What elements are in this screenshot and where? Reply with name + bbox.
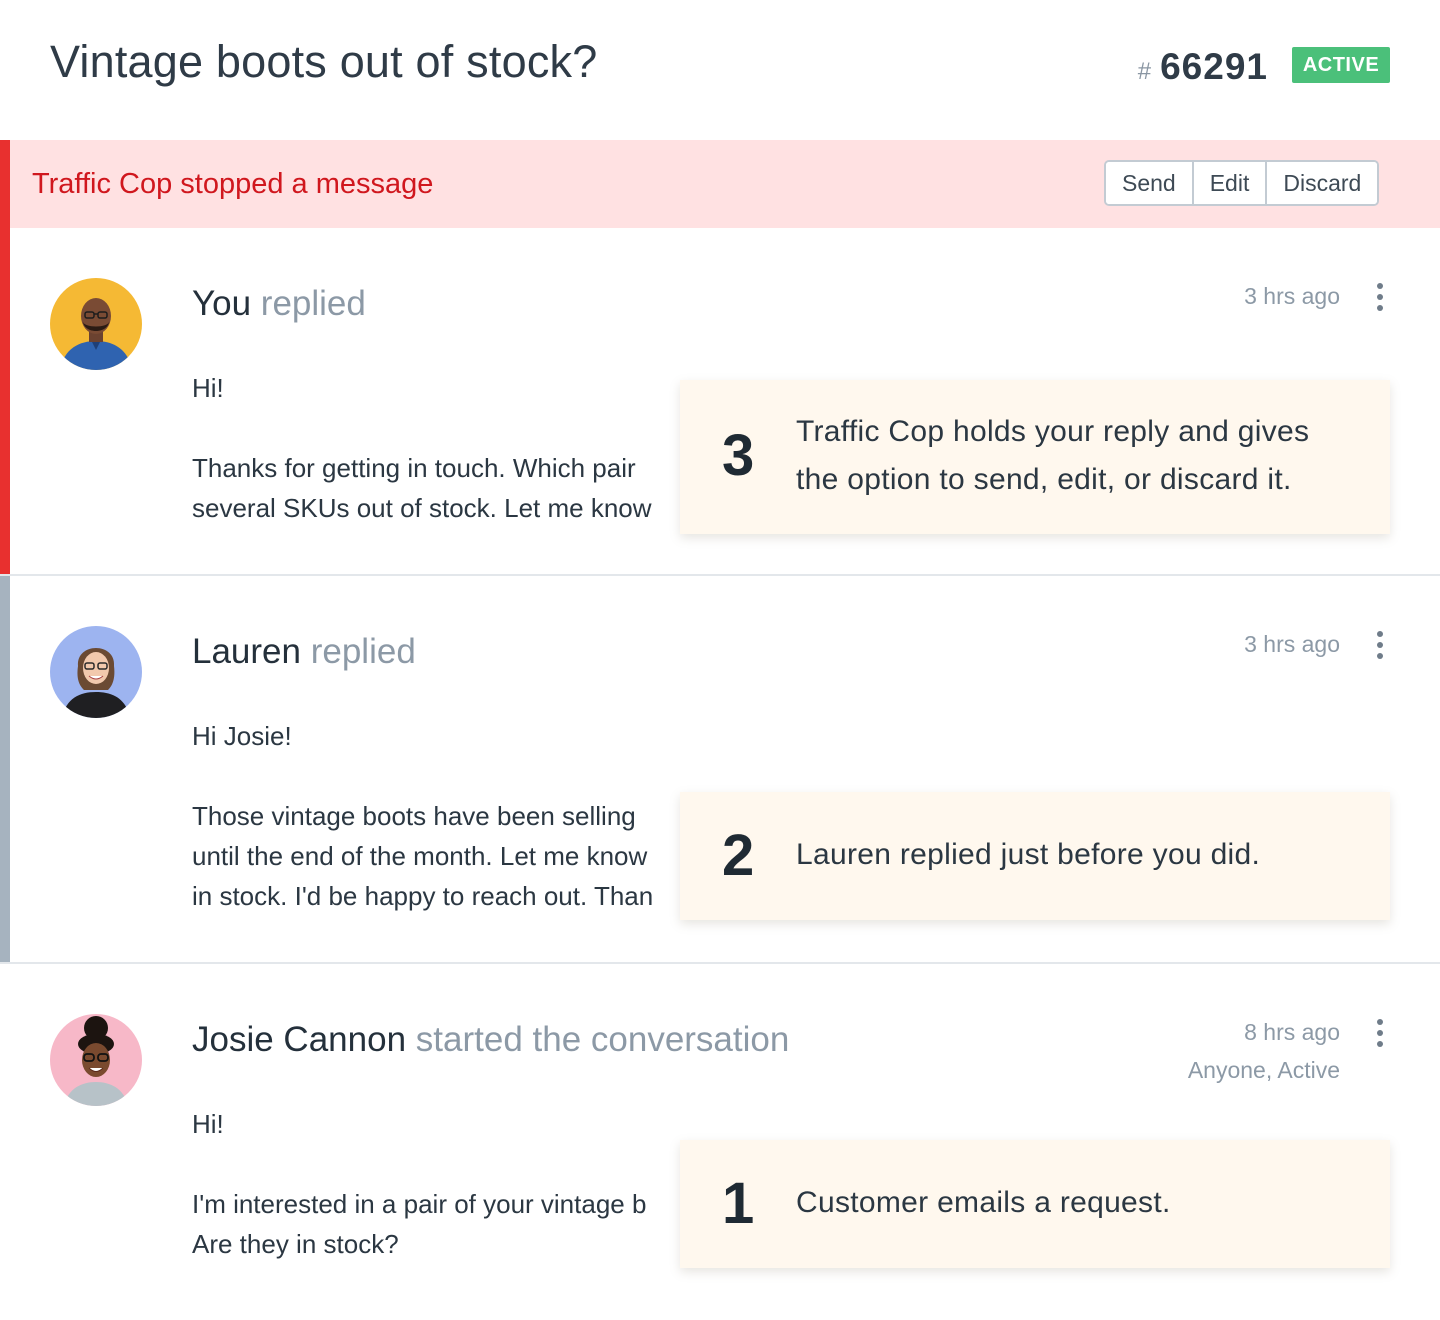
ticket-number: #66291 [1138,46,1268,88]
thread-timestamp: 3 hrs ago [1244,283,1340,309]
callout-number: 2 [722,823,755,888]
callout-line: Traffic Cop holds your reply and gives [796,415,1310,448]
traffic-cop-banner: Traffic Cop stopped a message Send Edit … [0,140,1440,228]
author-name: Josie Cannon [192,1020,407,1059]
thread-author: Josie Cannon started the conversation [192,1020,789,1060]
traffic-cop-actions: Send Edit Discard [1104,160,1380,206]
conversation-page: Vintage boots out of stock? #66291 ACTIV… [0,0,1440,1320]
message-line: Hi! [192,373,224,403]
callout-line: Lauren replied just before you did. [796,838,1261,871]
conversation-subject: Vintage boots out of stock? [50,36,598,87]
callout-text: Lauren replied just before you did. [796,831,1260,879]
thread-author: Lauren replied [192,632,416,672]
thread-timestamp: 8 hrs ago [1244,1019,1340,1045]
message-line: until the end of the month. Let me know [192,841,648,871]
more-options-icon[interactable] [1370,1019,1390,1051]
message-line: Hi Josie! [192,721,292,751]
message-line: Thanks for getting in touch. Which pair [192,453,636,483]
callout-step-1: 1 Customer emails a request. [680,1140,1390,1268]
thread-assignment: Anyone, Active [1187,1057,1340,1083]
author-action: replied [310,632,416,671]
status-badge[interactable]: ACTIVE [1292,47,1390,83]
callout-line: Customer emails a request. [796,1186,1171,1219]
message-line: Are they in stock? [192,1229,399,1259]
message-line: I'm interested in a pair of your vintage… [192,1189,647,1219]
callout-number: 3 [722,423,755,488]
discard-button[interactable]: Discard [1267,162,1378,204]
callout-line: the option to send, edit, or discard it. [796,463,1292,496]
avatar-lauren[interactable] [50,626,142,718]
traffic-cop-message: Traffic Cop stopped a message [32,168,434,200]
thread-author: You replied [192,284,366,324]
author-action: started the conversation [415,1020,790,1059]
callout-text: Traffic Cop holds your reply and gives t… [796,408,1309,504]
author-name: Lauren [192,632,301,671]
callout-text: Customer emails a request. [796,1179,1171,1227]
avatar-josie[interactable] [50,1014,142,1106]
thread-timestamp: 3 hrs ago [1244,631,1340,657]
callout-number: 1 [722,1171,755,1236]
message-line: several SKUs out of stock. Let me know [192,493,652,523]
more-options-icon[interactable] [1370,283,1390,315]
more-options-icon[interactable] [1370,631,1390,663]
ticket-hash: # [1137,58,1153,85]
callout-step-3: 3 Traffic Cop holds your reply and gives… [680,380,1390,534]
avatar-you[interactable] [50,278,142,370]
message-line: Those vintage boots have been selling [192,801,636,831]
ticket-number-value: 66291 [1160,46,1268,87]
send-button[interactable]: Send [1106,162,1194,204]
callout-step-2: 2 Lauren replied just before you did. [680,792,1390,920]
message-line: in stock. I'd be happy to reach out. Tha… [192,881,654,911]
conversation-header: Vintage boots out of stock? #66291 ACTIV… [0,0,1440,140]
edit-button[interactable]: Edit [1193,162,1268,204]
message-line: Hi! [192,1109,224,1139]
author-action: replied [260,284,366,323]
author-name: You [192,284,252,323]
